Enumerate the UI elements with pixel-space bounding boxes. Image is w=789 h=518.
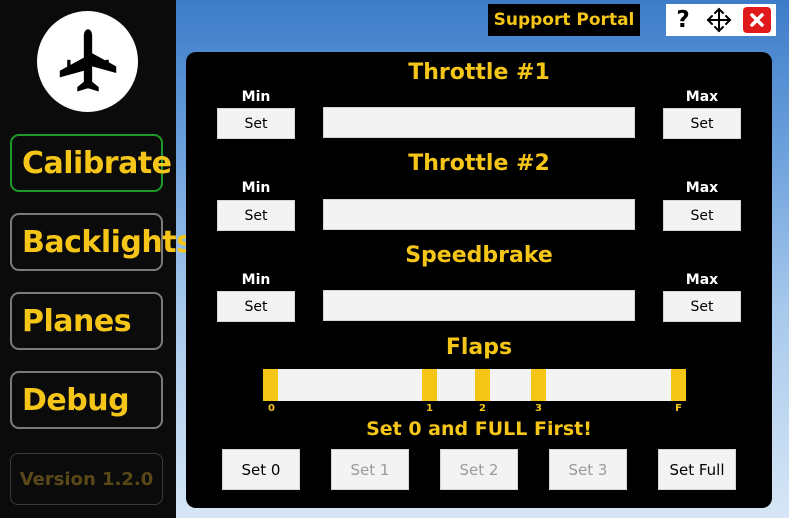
throttle-1-bar — [323, 107, 635, 138]
flap-marker-0 — [263, 369, 278, 401]
flap-tick-0: 0 — [268, 403, 275, 414]
button-label: Set — [244, 298, 268, 315]
flaps-track — [263, 369, 686, 401]
version-label: Version 1.2.0 — [10, 453, 163, 505]
flap-tick-1: 1 — [426, 403, 433, 414]
move-icon[interactable] — [705, 6, 733, 34]
throttle-2-set-min-button[interactable]: Set — [217, 200, 295, 231]
throttle-1-set-max-button[interactable]: Set — [663, 108, 741, 139]
flap-marker-full — [671, 369, 686, 401]
sidebar-item-calibrate[interactable]: Calibrate — [10, 134, 172, 192]
flap-marker-3 — [531, 369, 546, 401]
sidebar-item-label: Debug — [22, 382, 130, 418]
speedbrake-title: Speedbrake — [405, 243, 553, 268]
throttle-2-min-label: Min — [241, 180, 271, 196]
window-controls: ? — [666, 4, 776, 36]
flap-marker-1 — [422, 369, 437, 401]
set-flaps-1-button[interactable]: Set 1 — [331, 449, 409, 490]
throttle-2-max-label: Max — [685, 180, 719, 196]
version-text: Version 1.2.0 — [19, 468, 154, 490]
speedbrake-min-label: Min — [241, 272, 271, 288]
set-flaps-0-button[interactable]: Set 0 — [222, 449, 300, 490]
throttle-1-max-label: Max — [685, 89, 719, 105]
throttle-1-set-min-button[interactable]: Set — [217, 108, 295, 139]
throttle-1-title: Throttle #1 — [408, 60, 550, 85]
speedbrake-bar — [323, 290, 635, 321]
flap-marker-2 — [475, 369, 490, 401]
support-portal-label: Support Portal — [493, 10, 635, 30]
speedbrake-max-label: Max — [685, 272, 719, 288]
flaps-title: Flaps — [445, 335, 513, 360]
logo — [37, 11, 138, 112]
throttle-2-title: Throttle #2 — [408, 151, 550, 176]
sidebar-item-debug[interactable]: Debug — [10, 371, 163, 429]
close-icon[interactable] — [743, 7, 771, 33]
flap-tick-3: 3 — [535, 403, 542, 414]
button-label: Set — [690, 115, 714, 132]
airplane-icon — [59, 28, 116, 92]
help-icon[interactable]: ? — [671, 7, 695, 33]
speedbrake-set-min-button[interactable]: Set — [217, 291, 295, 322]
sidebar: Calibrate Backlights Planes Debug Versio… — [0, 0, 194, 518]
button-label: Set 1 — [350, 460, 390, 479]
throttle-2-bar — [323, 199, 635, 230]
button-label: Set — [690, 207, 714, 224]
button-label: Set 0 — [241, 460, 281, 479]
throttle-2-set-max-button[interactable]: Set — [663, 200, 741, 231]
sidebar-item-label: Planes — [22, 303, 132, 339]
set-flaps-2-button[interactable]: Set 2 — [440, 449, 518, 490]
speedbrake-set-max-button[interactable]: Set — [663, 291, 741, 322]
sidebar-item-backlights[interactable]: Backlights — [10, 213, 194, 271]
button-label: Set 2 — [459, 460, 499, 479]
throttle-1-min-label: Min — [241, 89, 271, 105]
flaps-instruction: Set 0 and FULL First! — [366, 418, 592, 440]
flap-tick-2: 2 — [479, 403, 486, 414]
button-label: Set — [244, 115, 268, 132]
button-label: Set — [690, 298, 714, 315]
sidebar-item-planes[interactable]: Planes — [10, 292, 163, 350]
sidebar-item-label: Backlights — [22, 224, 194, 260]
flap-tick-full: F — [675, 403, 682, 414]
close-x-glyph — [750, 13, 764, 27]
support-portal-button[interactable]: Support Portal — [488, 4, 640, 36]
button-label: Set Full — [669, 460, 725, 479]
sidebar-item-label: Calibrate — [22, 145, 172, 181]
set-flaps-full-button[interactable]: Set Full — [658, 449, 736, 490]
button-label: Set — [244, 207, 268, 224]
calibration-panel: Throttle #1 Min Max Set Set Throttle #2 … — [186, 52, 772, 508]
set-flaps-3-button[interactable]: Set 3 — [549, 449, 627, 490]
button-label: Set 3 — [568, 460, 608, 479]
